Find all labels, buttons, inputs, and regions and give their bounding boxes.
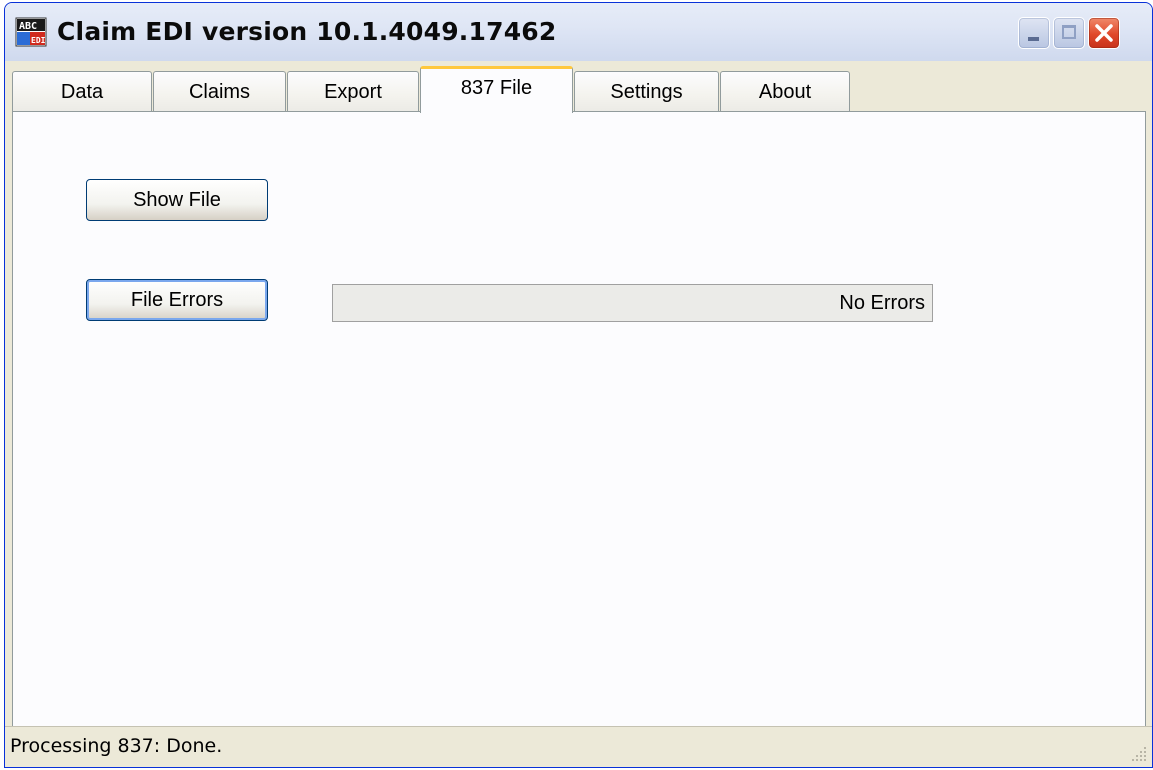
tab-data[interactable]: Data <box>12 71 152 111</box>
minimize-button[interactable] <box>1018 17 1050 49</box>
close-icon <box>1095 24 1113 42</box>
minimize-icon <box>1028 37 1039 41</box>
svg-text:EDI: EDI <box>31 36 46 45</box>
app-icon: ABC EDI <box>15 17 47 47</box>
tab-settings[interactable]: Settings <box>574 71 719 111</box>
file-errors-button[interactable]: File Errors <box>86 279 268 321</box>
tab-837-file[interactable]: 837 File <box>420 66 573 113</box>
close-button[interactable] <box>1088 17 1120 49</box>
show-file-button[interactable]: Show File <box>86 179 268 221</box>
main-window: ABC EDI Claim EDI version 10.1.4049.1746… <box>4 2 1153 768</box>
tab-about[interactable]: About <box>720 71 850 111</box>
window-title: Claim EDI version 10.1.4049.17462 <box>57 17 557 46</box>
title-bar[interactable]: ABC EDI Claim EDI version 10.1.4049.1746… <box>5 3 1152 61</box>
tab-claims[interactable]: Claims <box>153 71 286 111</box>
tab-export[interactable]: Export <box>287 71 419 111</box>
maximize-button[interactable] <box>1053 17 1085 49</box>
tab-strip: Data Claims Export 837 File Settings Abo… <box>12 66 1146 113</box>
tab-panel-837-file: Show File File Errors No Errors <box>12 111 1146 727</box>
errors-status-field: No Errors <box>332 284 933 322</box>
status-text: Processing 837: Done. <box>10 735 223 757</box>
svg-text:ABC: ABC <box>19 21 37 32</box>
resize-grip-icon[interactable] <box>1130 745 1148 763</box>
maximize-icon <box>1062 25 1076 39</box>
status-bar: Processing 837: Done. <box>5 726 1152 767</box>
